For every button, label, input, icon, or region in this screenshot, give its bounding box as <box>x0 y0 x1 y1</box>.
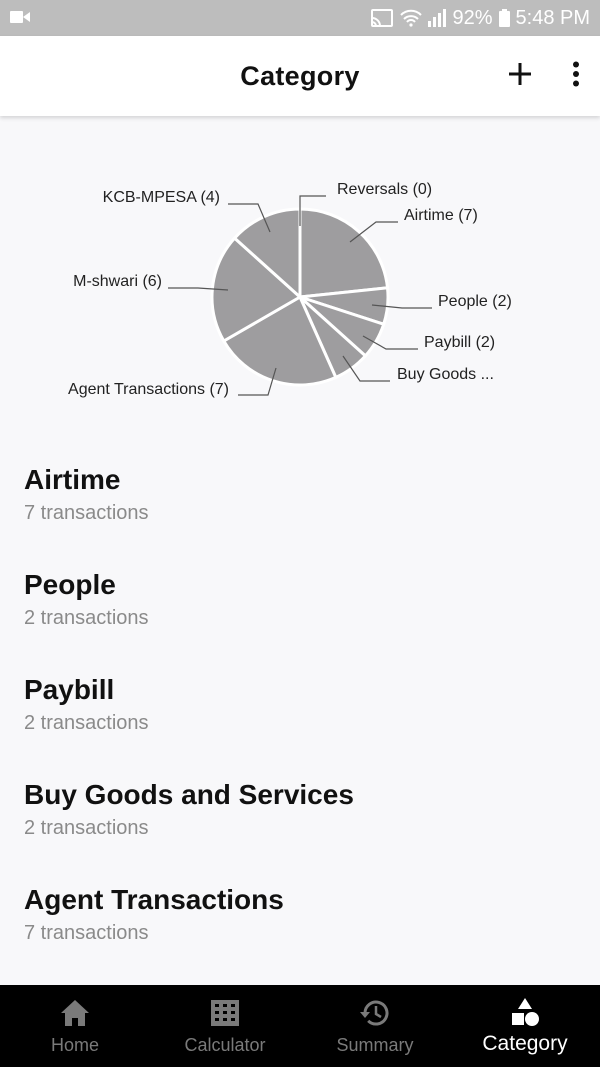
nav-summary[interactable]: Summary <box>300 985 450 1067</box>
pie-slice-label: Agent Transactions (7) <box>68 381 229 398</box>
transaction-count: 7 transactions <box>24 502 149 524</box>
video-camera-icon <box>10 7 30 30</box>
nav-home[interactable]: Home <box>0 985 150 1067</box>
category-name: Paybill <box>24 674 115 705</box>
nav-label: Category <box>482 1032 568 1055</box>
category-list: Airtime 7 transactions People 2 transact… <box>0 450 600 975</box>
home-icon <box>60 997 90 1029</box>
wifi-icon <box>400 9 423 27</box>
list-item[interactable]: Airtime 7 transactions <box>0 450 600 555</box>
more-vert-icon <box>572 61 580 92</box>
bottom-navigation: Home Calculator Summary Category <box>0 985 600 1067</box>
pie-slice-label: People (2) <box>438 293 512 310</box>
pie-slice-label: Buy Goods ... <box>397 366 494 383</box>
pie-slice-label: M-shwari (6) <box>73 273 162 290</box>
history-icon <box>359 997 391 1029</box>
category-name: Airtime <box>24 464 121 495</box>
battery-icon <box>498 9 510 27</box>
status-bar: 92% 5:48 PM <box>0 0 600 36</box>
list-item[interactable]: Buy Goods and Services 2 transactions <box>0 765 600 870</box>
pie-slice-label: Paybill (2) <box>424 334 495 351</box>
pie-slice-label: Reversals (0) <box>337 181 432 198</box>
clock: 5:48 PM <box>515 6 590 29</box>
category-name: People <box>24 569 116 600</box>
nav-calculator[interactable]: Calculator <box>150 985 300 1067</box>
list-item[interactable]: People 2 transactions <box>0 555 600 660</box>
pie-slice-label: KCB-MPESA (4) <box>103 189 220 206</box>
nav-label: Home <box>50 1034 99 1055</box>
nav-label: Summary <box>336 1034 414 1055</box>
transaction-count: 7 transactions <box>24 922 149 944</box>
calculator-icon <box>210 997 240 1029</box>
transaction-count: 2 transactions <box>24 817 149 839</box>
pie-chart-svg: Reversals (0) Airtime (7) People (2) Paybil… <box>68 181 512 398</box>
category-pie-chart: Reversals (0) Airtime (7) People (2) Paybil… <box>0 150 600 420</box>
plus-icon <box>508 62 532 91</box>
shapes-icon <box>509 996 541 1028</box>
battery-percent: 92% <box>452 6 493 29</box>
signal-icon <box>428 9 447 27</box>
category-name: Buy Goods and Services <box>24 779 354 810</box>
category-name: Agent Transactions <box>24 884 284 915</box>
page-title: Category <box>240 60 360 91</box>
transaction-count: 2 transactions <box>24 607 149 629</box>
add-category-button[interactable] <box>508 62 532 91</box>
nav-category[interactable]: Category <box>450 985 600 1067</box>
pie-slice-label: Airtime (7) <box>404 207 478 224</box>
app-bar: Category <box>0 36 600 116</box>
transaction-count: 2 transactions <box>24 712 149 734</box>
cast-icon <box>370 8 394 28</box>
overflow-menu-button[interactable] <box>572 61 580 92</box>
list-item[interactable]: Paybill 2 transactions <box>0 660 600 765</box>
list-item[interactable]: Agent Transactions 7 transactions <box>0 870 600 975</box>
pie-slice <box>298 207 390 299</box>
nav-label: Calculator <box>184 1034 266 1055</box>
